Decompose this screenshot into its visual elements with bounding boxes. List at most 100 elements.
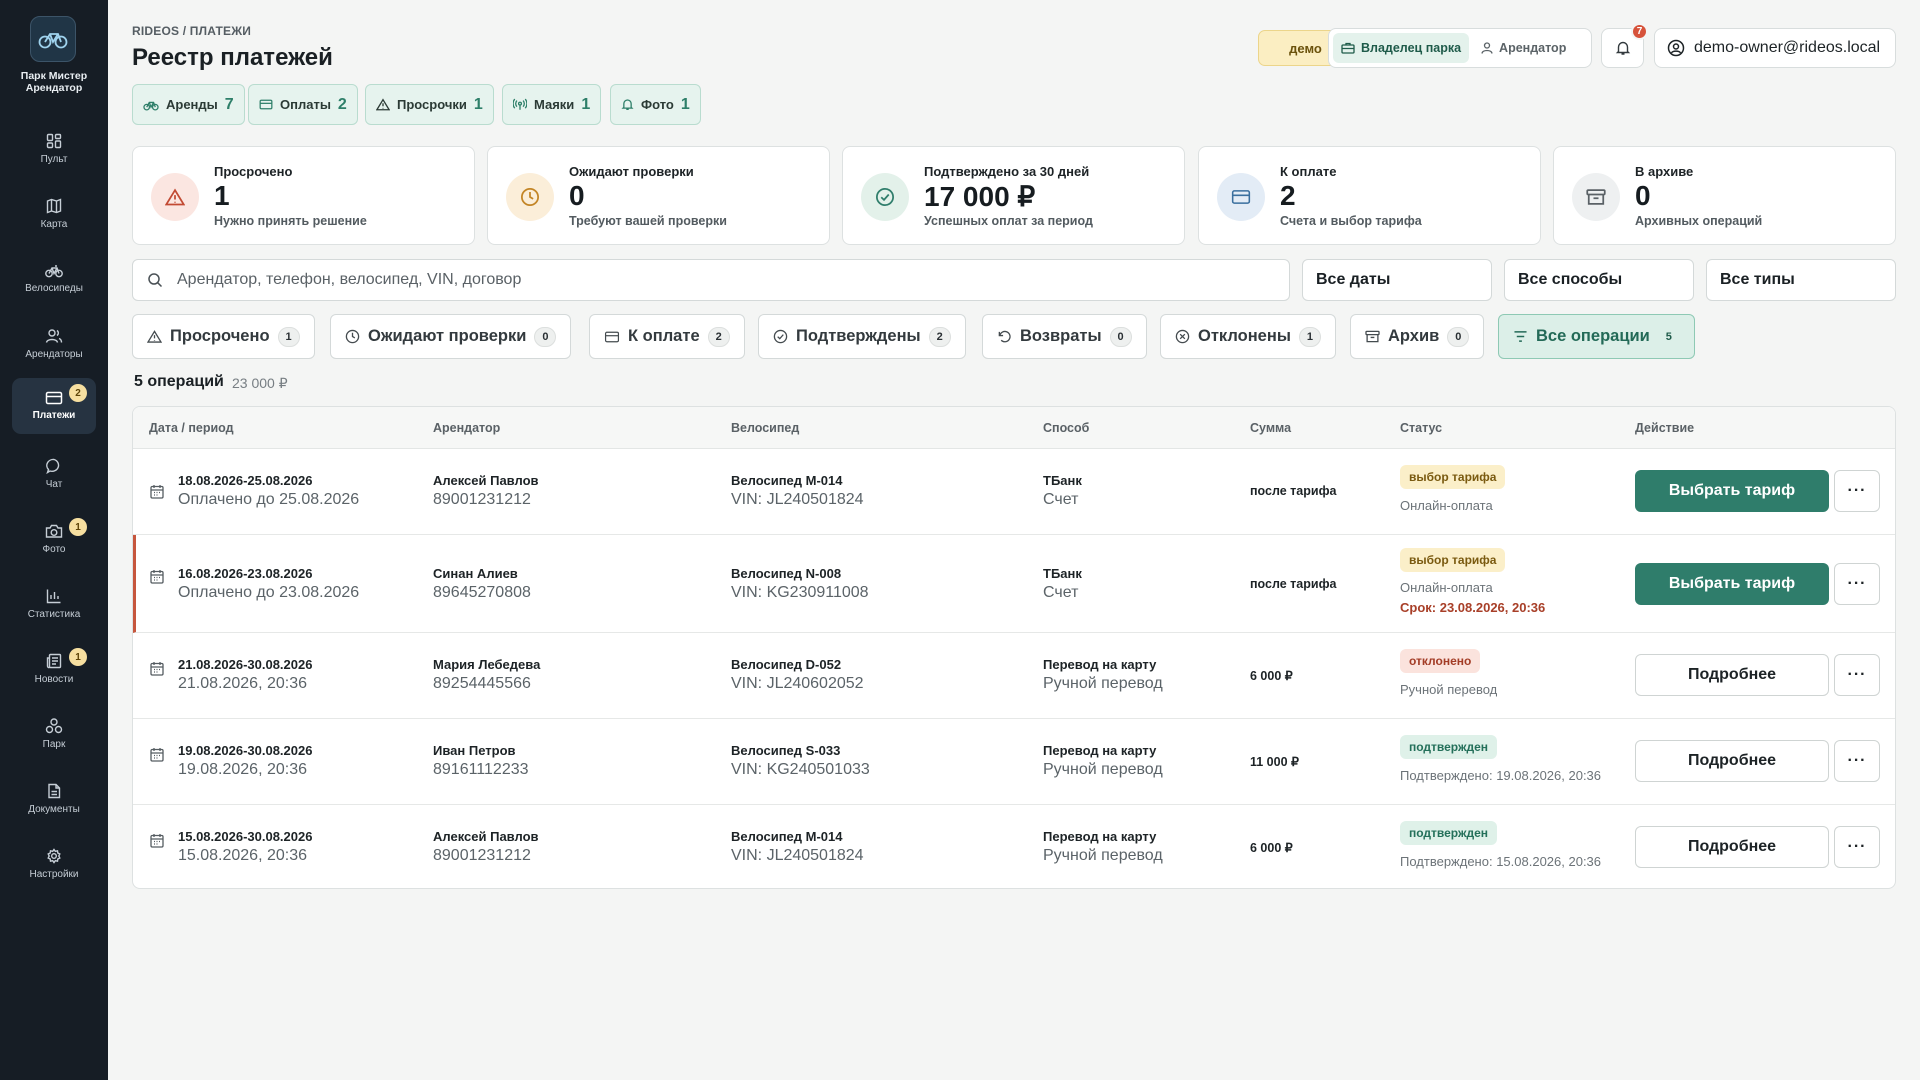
sidebar-item-dashboard[interactable]: Пульт — [12, 122, 96, 176]
row-phone: 89645270808 — [433, 584, 531, 601]
user-icon — [1481, 42, 1493, 54]
table-row[interactable]: 18.08.2026-25.08.2026 Оплачено до 25.08.… — [133, 449, 1895, 535]
pill-photos[interactable]: Фото 1 — [610, 84, 701, 125]
clock-icon — [345, 329, 360, 344]
row-amount: 6 000 ₽ — [1250, 669, 1293, 683]
tab-label: Возвраты — [1020, 327, 1102, 345]
sidebar-item-settings[interactable]: Настройки — [12, 837, 96, 891]
tab-count: 1 — [277, 326, 300, 347]
sidebar-item-chat[interactable]: Чат — [12, 447, 96, 501]
pill-overdue[interactable]: Просрочки 1 — [365, 84, 494, 125]
stat-icon-bg — [151, 173, 199, 221]
role-tenant-button[interactable]: Арендатор — [1473, 33, 1574, 63]
tab-confirmed[interactable]: Подтверждены 2 — [758, 314, 966, 359]
sidebar-item-label: Карта — [40, 219, 68, 230]
table-row[interactable]: 15.08.2026-30.08.2026 15.08.2026, 20:36 … — [133, 805, 1895, 888]
row-status-sub: Ручной перевод — [1400, 682, 1498, 697]
choose-tariff-button[interactable]: Выбрать тариф — [1635, 563, 1829, 605]
stat-label: Ожидают проверки — [569, 164, 694, 179]
row-more-button[interactable]: ··· — [1834, 740, 1880, 782]
details-button[interactable]: Подробнее — [1635, 740, 1829, 782]
photos-badge: 1 — [69, 518, 87, 536]
row-more-button[interactable]: ··· — [1834, 470, 1880, 512]
stat-card-to-pay[interactable]: К оплате 2 Счета и выбор тарифа — [1198, 146, 1541, 245]
sidebar-item-documents[interactable]: Документы — [12, 772, 96, 826]
stat-card-archive[interactable]: В архиве 0 Архивных операций — [1553, 146, 1896, 245]
sidebar-item-park[interactable]: Парк — [12, 707, 96, 761]
stat-card-confirmed[interactable]: Подтверждено за 30 дней 17 000 ₽ Успешны… — [842, 146, 1185, 245]
tab-count: 5 — [1657, 326, 1680, 347]
column-header-action: Действие — [1635, 421, 1695, 435]
warning-icon — [376, 98, 390, 111]
method-filter-select[interactable]: Все способы — [1504, 259, 1694, 301]
chat-icon — [46, 458, 60, 474]
check-circle-icon — [876, 188, 894, 206]
calendar-icon — [150, 485, 164, 499]
pill-payments[interactable]: Оплаты 2 — [248, 84, 358, 125]
choose-tariff-button[interactable]: Выбрать тариф — [1635, 470, 1829, 512]
sidebar-item-map[interactable]: Карта — [12, 187, 96, 241]
sidebar-item-photos[interactable]: Фото 1 — [12, 512, 96, 566]
bell-icon — [1615, 41, 1630, 55]
settings-icon — [47, 848, 61, 864]
logo[interactable] — [30, 16, 76, 62]
refund-icon — [998, 330, 1011, 343]
row-amount: после тарифа — [1250, 484, 1337, 498]
notifications-button[interactable]: 7 — [1601, 23, 1648, 68]
sidebar-item-payments[interactable]: Платежи 2 — [12, 378, 96, 434]
user-menu[interactable]: demo-owner@rideos.local — [1654, 28, 1896, 68]
details-button[interactable]: Подробнее — [1635, 826, 1829, 868]
document-icon — [48, 783, 61, 799]
row-method-sub: Ручной перевод — [1043, 847, 1163, 864]
pill-rentals[interactable]: Аренды 7 — [132, 84, 245, 125]
row-more-button[interactable]: ··· — [1834, 826, 1880, 868]
user-circle-icon — [1667, 39, 1685, 57]
tab-archive[interactable]: Архив 0 — [1350, 314, 1485, 359]
sidebar-item-label: Велосипеды — [25, 283, 83, 294]
sidebar-item-tenants[interactable]: Арендаторы — [12, 317, 96, 371]
row-more-button[interactable]: ··· — [1834, 563, 1880, 605]
chart-icon — [46, 589, 61, 604]
bike-logo-icon — [38, 33, 68, 49]
date-filter-select[interactable]: Все даты — [1302, 259, 1492, 301]
role-owner-button[interactable]: Владелец парка — [1333, 33, 1470, 63]
stat-label: Подтверждено за 30 дней — [924, 164, 1090, 179]
sidebar-item-bikes[interactable]: Велосипеды — [12, 252, 96, 306]
stat-icon-bg — [1217, 173, 1265, 221]
table-row[interactable]: 16.08.2026-23.08.2026 Оплачено до 23.08.… — [133, 535, 1895, 633]
details-button[interactable]: Подробнее — [1635, 654, 1829, 696]
sidebar-item-stats[interactable]: Статистика — [12, 577, 96, 631]
pill-beacons[interactable]: Маяки 1 — [502, 84, 602, 125]
stat-icon-bg — [861, 173, 909, 221]
tab-count: 1 — [1298, 326, 1321, 347]
tab-rejected[interactable]: Отклонены 1 — [1160, 314, 1336, 359]
row-method-sub: Ручной перевод — [1043, 761, 1163, 778]
row-bike: Велосипед D-052 — [731, 657, 842, 672]
map-icon — [46, 198, 62, 214]
sidebar-item-news[interactable]: Новости 1 — [12, 642, 96, 696]
table-row[interactable]: 19.08.2026-30.08.2026 19.08.2026, 20:36 … — [133, 719, 1895, 805]
sidebar-item-label: Платежи — [32, 410, 76, 421]
sidebar-item-label: Фото — [42, 544, 66, 555]
row-more-button[interactable]: ··· — [1834, 654, 1880, 696]
stat-label: Просрочено — [214, 164, 293, 179]
role-owner-label: Владелец парка — [1361, 41, 1462, 55]
tab-pending[interactable]: Ожидают проверки 0 — [330, 314, 572, 359]
row-method: Перевод на карту — [1043, 829, 1157, 844]
search-input[interactable] — [177, 271, 1267, 289]
tab-all-operations[interactable]: Все операции 5 — [1498, 314, 1695, 359]
type-filter-select[interactable]: Все типы — [1706, 259, 1896, 301]
tab-overdue[interactable]: Просрочено 1 — [132, 314, 315, 359]
row-period-sub: Оплачено до 23.08.2026 — [178, 584, 360, 601]
stat-card-pending[interactable]: Ожидают проверки 0 Требуют вашей проверк… — [487, 146, 830, 245]
calendar-icon — [150, 662, 164, 676]
x-circle-icon — [1175, 329, 1190, 344]
row-amount: после тарифа — [1250, 577, 1337, 591]
tab-refunds[interactable]: Возвраты 0 — [982, 314, 1147, 359]
stat-card-overdue[interactable]: Просрочено 1 Нужно принять решение — [132, 146, 475, 245]
row-period: 19.08.2026-30.08.2026 — [178, 743, 313, 758]
tab-to-pay[interactable]: К оплате 2 — [589, 314, 745, 359]
row-phone: 89001231212 — [433, 491, 531, 508]
table-row[interactable]: 21.08.2026-30.08.2026 21.08.2026, 20:36 … — [133, 633, 1895, 719]
pill-label: Оплаты — [280, 97, 331, 112]
